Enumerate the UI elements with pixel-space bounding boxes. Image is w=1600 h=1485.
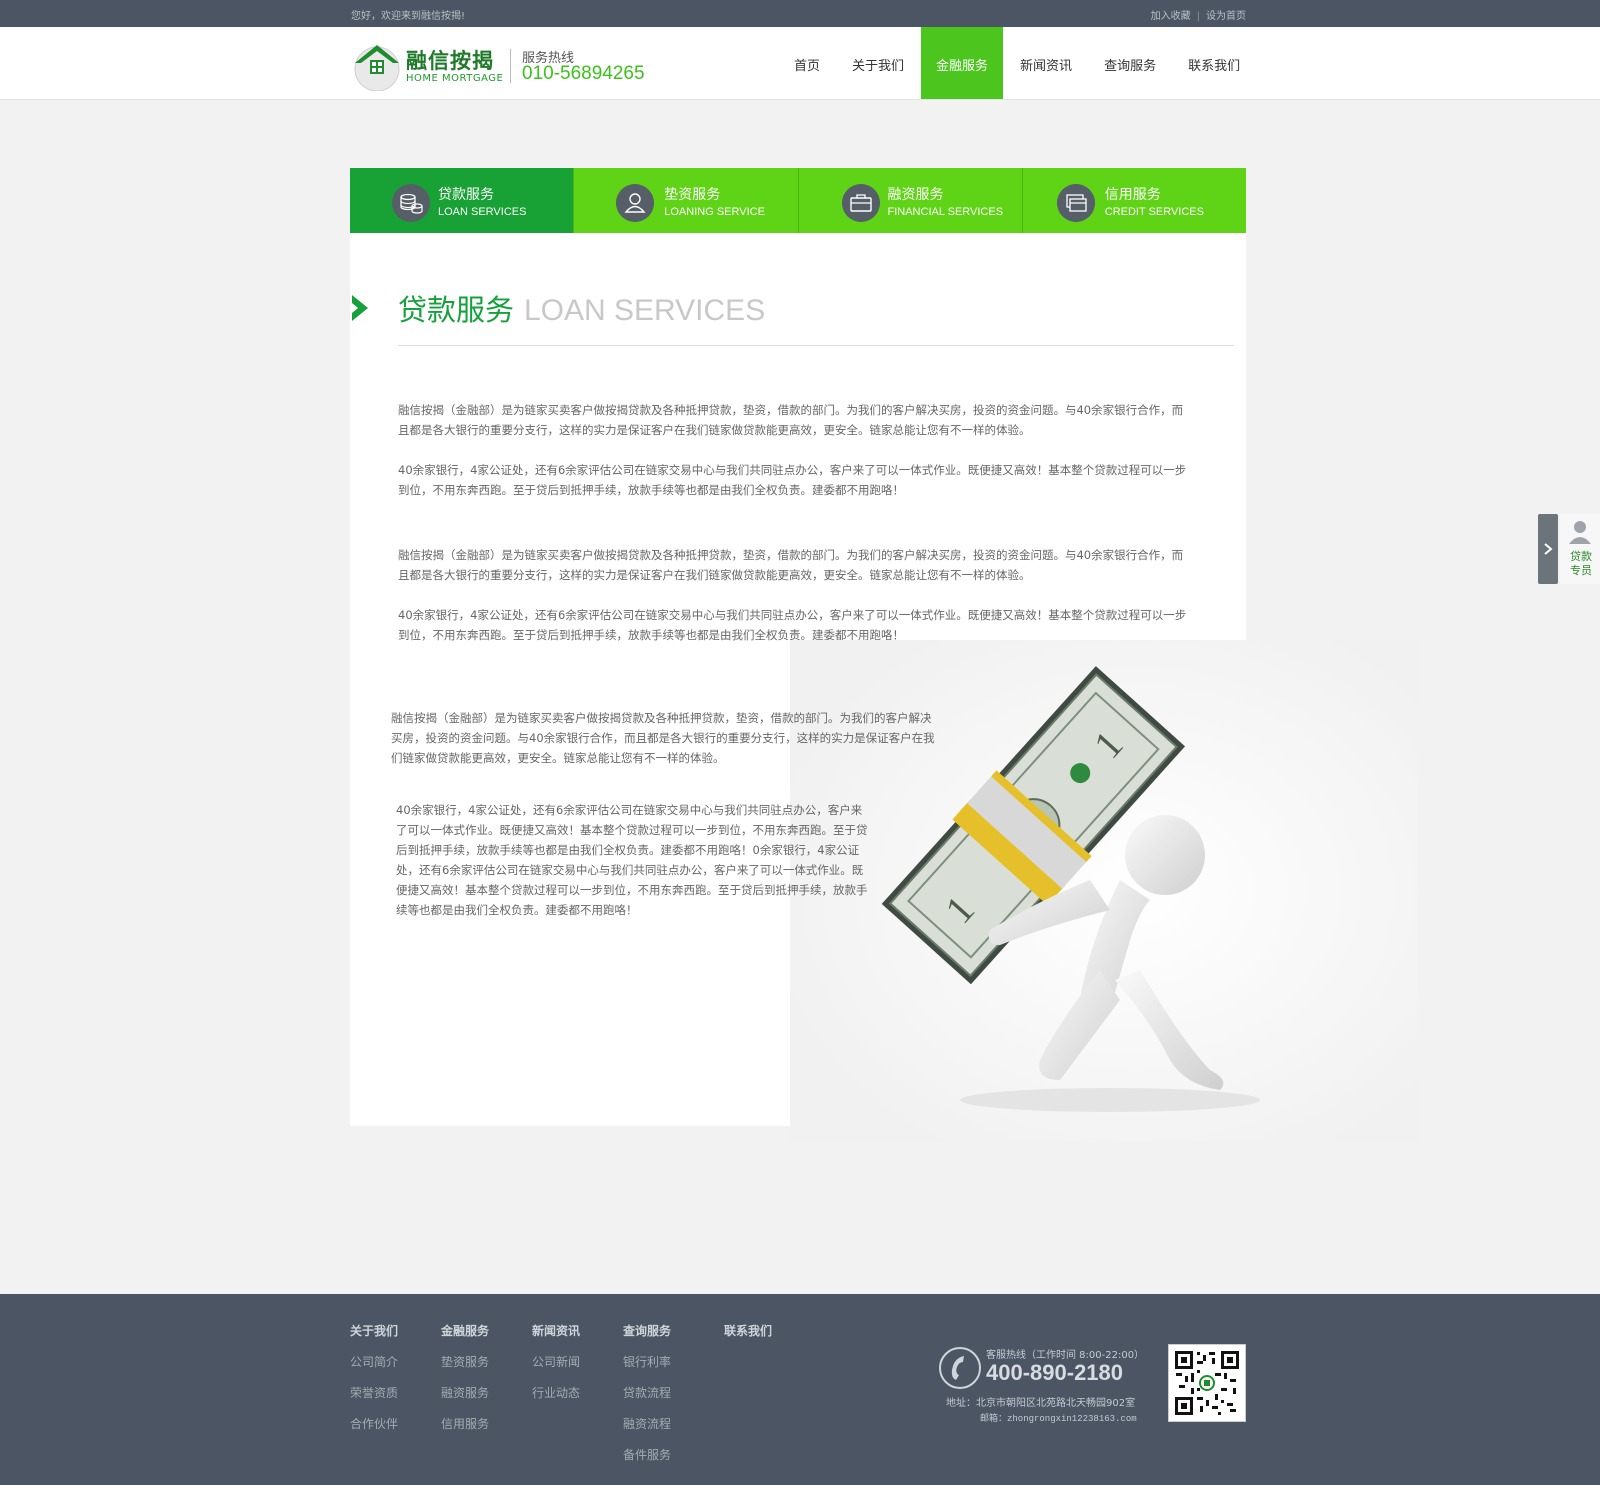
- section-title-en: LOAN SERVICES: [524, 294, 766, 327]
- paragraph: 融信按揭（金融部）是为链家买卖客户做按揭贷款及各种抵押贷款，垫资，借款的部门。为…: [391, 711, 935, 765]
- footer-link[interactable]: 合作伙伴: [350, 1415, 398, 1432]
- top-links-separator: |: [1196, 11, 1200, 22]
- section-divider: [398, 345, 1234, 346]
- footer-link[interactable]: 融资服务: [441, 1384, 489, 1401]
- brand-subtitle: HOME MORTGAGE: [406, 73, 504, 84]
- tab-subtitle: LOAN SERVICES: [438, 206, 527, 218]
- service-tabs: 贷款服务 LOAN SERVICES 垫资服务 LOANING SERVICE …: [350, 168, 1246, 233]
- tab-title: 贷款服务: [438, 187, 494, 203]
- briefcase-icon: [841, 184, 880, 222]
- footer-email: 邮箱：zhongrongxin12238163.com: [980, 1414, 1137, 1424]
- greeting-text: 您好，欢迎来到融信按揭!: [351, 11, 466, 22]
- footer-column-title[interactable]: 金融服务: [441, 1322, 489, 1339]
- nav-item-finance[interactable]: 金融服务: [921, 27, 1004, 99]
- footer-column-title[interactable]: 新闻资讯: [532, 1322, 580, 1339]
- top-links: 加入收藏 | 设为首页: [1151, 7, 1246, 22]
- house-logo-icon[interactable]: [351, 39, 403, 91]
- panel-toggle-button[interactable]: [1538, 514, 1558, 584]
- phone-icon: [939, 1347, 981, 1389]
- nav-item-news[interactable]: 新闻资讯: [1005, 27, 1087, 99]
- section-title: 贷款服务: [398, 293, 515, 327]
- paragraph: 融信按揭（金融部）是为链家买卖客户做按揭贷款及各种抵押贷款，垫资，借款的部门。为…: [398, 403, 1184, 437]
- paragraph: 40余家银行，4家公证处，还有6余家评估公司在链家交易中心与我们共同驻点办公，客…: [398, 463, 1187, 497]
- top-bar: 您好，欢迎来到融信按揭! 加入收藏 | 设为首页: [0, 0, 1600, 27]
- footer-column-title[interactable]: 查询服务: [623, 1322, 671, 1339]
- footer-link[interactable]: 银行利率: [623, 1353, 671, 1370]
- main-nav: 首页 关于我们 金融服务 新闻资讯 查询服务 联系我们: [778, 27, 1256, 99]
- tab-credit-services[interactable]: 信用服务 CREDIT SERVICES: [1021, 168, 1246, 233]
- brand-name[interactable]: 融信按揭: [406, 45, 494, 75]
- coins-icon: [392, 184, 430, 222]
- footer-link[interactable]: 备件服务: [623, 1446, 671, 1463]
- footer-column-finance: 金融服务 垫资服务 融资服务 信用服务: [441, 1322, 489, 1446]
- tab-loaning-service[interactable]: 垫资服务 LOANING SERVICE: [573, 168, 798, 233]
- nav-item-contact[interactable]: 联系我们: [1173, 27, 1255, 99]
- panel-label: 贷款专员: [1570, 550, 1592, 577]
- paragraph: 40余家银行，4家公证处，还有6余家评估公司在链家交易中心与我们共同驻点办公，客…: [396, 803, 868, 917]
- footer-address: 地址：北京市朝阳区北苑路北天畅园902室: [946, 1398, 1136, 1409]
- footer-link[interactable]: 荣誉资质: [350, 1384, 398, 1401]
- tab-title: 融资服务: [887, 187, 944, 203]
- qr-code-icon: [1173, 1349, 1241, 1417]
- user-icon: [616, 184, 655, 222]
- tab-financial-services[interactable]: 融资服务 FINANCIAL SERVICES: [797, 168, 1022, 233]
- footer-column-news: 新闻资讯 公司新闻 行业动态: [532, 1322, 580, 1415]
- tab-title: 信用服务: [1104, 187, 1161, 203]
- footer-link[interactable]: 公司新闻: [532, 1353, 580, 1370]
- qr-code: [1168, 1344, 1246, 1422]
- footer-link[interactable]: 信用服务: [441, 1415, 489, 1432]
- set-homepage-link[interactable]: 设为首页: [1206, 11, 1246, 22]
- footer-link[interactable]: 融资流程: [623, 1415, 671, 1432]
- loan-specialist-panel: 贷款专员: [1538, 514, 1600, 584]
- header-divider: [510, 49, 511, 83]
- tab-subtitle: LOANING SERVICE: [664, 206, 765, 218]
- tab-loan-services[interactable]: 贷款服务 LOAN SERVICES: [350, 168, 574, 233]
- footer-column-title[interactable]: 关于我们: [350, 1322, 398, 1339]
- nav-item-query[interactable]: 查询服务: [1089, 27, 1171, 99]
- site-footer: 关于我们 公司简介 荣誉资质 合作伙伴 金融服务 垫资服务 融资服务 信用服务 …: [0, 1294, 1600, 1485]
- footer-column-title[interactable]: 联系我们: [724, 1322, 772, 1339]
- tab-subtitle: FINANCIAL SERVICES: [887, 206, 1004, 218]
- tab-subtitle: CREDIT SERVICES: [1104, 206, 1204, 218]
- add-favorite-link[interactable]: 加入收藏: [1151, 11, 1191, 22]
- footer-hotline-number: 400-890-2180: [986, 1360, 1124, 1385]
- chevron-right-icon: [352, 295, 368, 321]
- site-header: 融信按揭 HOME MORTGAGE 服务热线 010-56894265 首页 …: [0, 27, 1600, 100]
- footer-link[interactable]: 贷款流程: [623, 1384, 671, 1401]
- loan-specialist-link[interactable]: 贷款专员: [1560, 514, 1600, 584]
- paragraph: 40余家银行，4家公证处，还有6余家评估公司在链家交易中心与我们共同驻点办公，客…: [398, 608, 1187, 642]
- footer-hotline-label: 客服热线（工作时间 8:00-22:00）: [986, 1350, 1145, 1361]
- tab-title: 垫资服务: [664, 187, 721, 203]
- user-icon: [1569, 521, 1591, 544]
- hotline-number: 010-56894265: [522, 63, 645, 84]
- footer-column-query: 查询服务 银行利率 贷款流程 融资流程 备件服务: [623, 1322, 671, 1477]
- nav-item-home[interactable]: 首页: [779, 27, 835, 99]
- chevron-right-icon: [1544, 543, 1553, 555]
- nav-item-about[interactable]: 关于我们: [837, 27, 919, 99]
- footer-column-about: 关于我们 公司简介 荣誉资质 合作伙伴: [350, 1322, 398, 1446]
- footer-link[interactable]: 行业动态: [532, 1384, 580, 1401]
- footer-column-contact: 联系我们: [724, 1322, 772, 1353]
- cards-icon: [1056, 184, 1095, 222]
- footer-link[interactable]: 公司简介: [350, 1353, 398, 1370]
- paragraph: 融信按揭（金融部）是为链家买卖客户做按揭贷款及各种抵押贷款，垫资，借款的部门。为…: [398, 548, 1184, 582]
- footer-link[interactable]: 垫资服务: [441, 1353, 489, 1370]
